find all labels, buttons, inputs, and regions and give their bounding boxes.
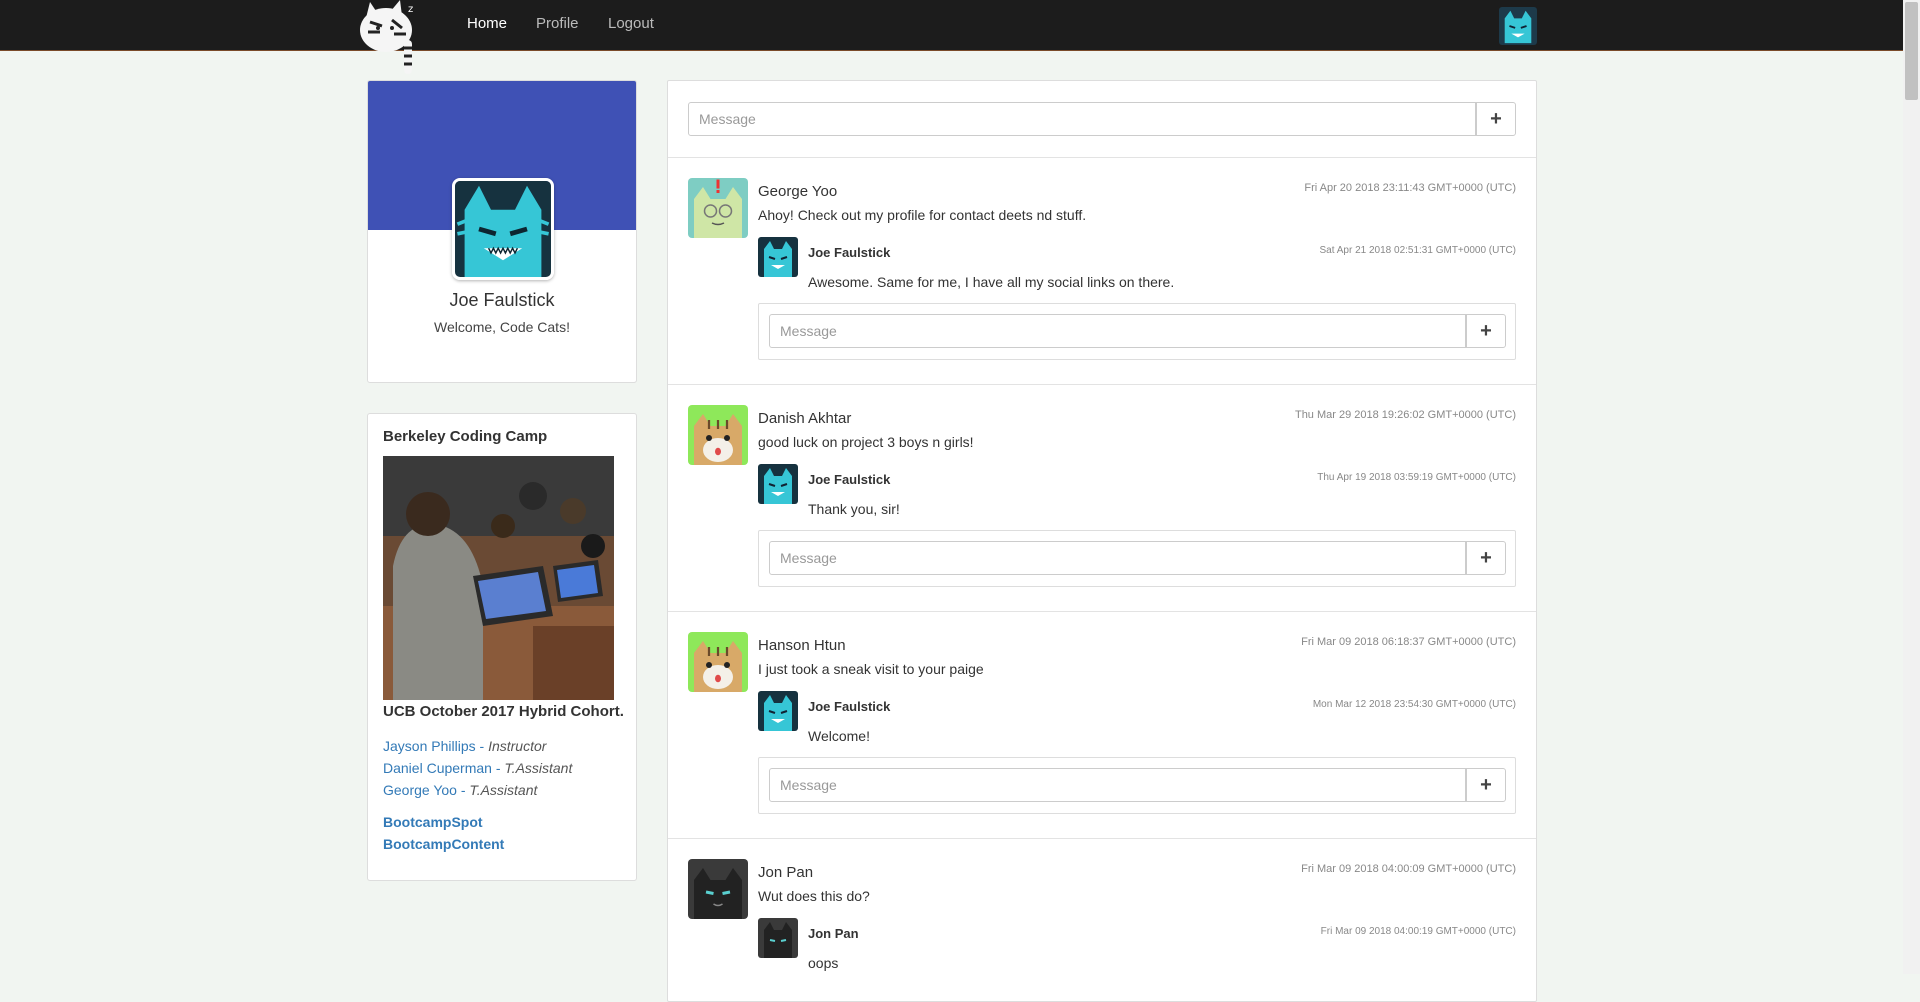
reply-input[interactable] [769,314,1466,348]
new-message-composer: + [688,102,1516,136]
post-timestamp: Fri Apr 20 2018 23:11:43 GMT+0000 (UTC) [1304,182,1516,194]
staff-row[interactable]: George Yoo - T.Assistant [383,779,572,801]
post-text: Ahoy! Check out my profile for contact d… [758,207,1087,223]
scrollbar-thumb[interactable] [1905,2,1918,100]
divider [668,611,1536,612]
reply-avatar [758,691,798,731]
reply-composer: + [758,303,1516,360]
page-scrollbar[interactable] [1903,0,1920,974]
post: George Yoo Fri Apr 20 2018 23:11:43 GMT+… [668,178,1536,361]
reply-submit-button[interactable]: + [1466,314,1506,348]
author-avatar [688,859,748,919]
reply-author: Joe Faulstick [808,699,891,714]
reply-input[interactable] [769,768,1466,802]
profile-welcome-text: Welcome, Code Cats! [434,319,570,335]
reply-composer: + [758,757,1516,814]
reply-timestamp: Thu Apr 19 2018 03:59:19 GMT+0000 (UTC) [1317,472,1516,483]
staff-list: Jayson Phillips - Instructor Daniel Cupe… [383,735,572,801]
reply-avatar [758,464,798,504]
bootcampspot-link[interactable]: BootcampSpot [383,811,504,833]
reply-input[interactable] [769,541,1466,575]
reply-timestamp: Mon Mar 12 2018 23:54:30 GMT+0000 (UTC) [1312,699,1516,710]
message-feed: + George Yoo Fri Apr 20 2018 23:11:43 GM… [667,80,1537,1002]
staff-role: T.Assistant [469,782,538,798]
reply-timestamp: Fri Mar 09 2018 04:00:19 GMT+0000 (UTC) [1320,926,1516,937]
message-input[interactable] [688,102,1476,136]
nav-logout[interactable]: Logout [608,15,654,32]
post-author: Hanson Htun [758,637,846,654]
staff-row[interactable]: Daniel Cuperman - T.Assistant [383,757,572,779]
post-text: Wut does this do? [758,888,870,904]
profile-card: Joe Faulstick Welcome, Code Cats! [367,80,637,383]
reply-text: Thank you, sir! [808,501,900,517]
post: Hanson Htun Fri Mar 09 2018 06:18:37 GMT… [668,632,1536,815]
reply-timestamp: Sat Apr 21 2018 02:51:31 GMT+0000 (UTC) [1319,245,1517,256]
post-text: good luck on project 3 boys n girls! [758,434,974,450]
cohort-card: Berkeley Coding Camp UCB October 2017 Hy… [367,413,637,881]
reply-submit-button[interactable]: + [1466,768,1506,802]
post-timestamp: Fri Mar 09 2018 04:00:09 GMT+0000 (UTC) [1301,863,1516,875]
post-author: Danish Akhtar [758,410,852,427]
post-timestamp: Fri Mar 09 2018 06:18:37 GMT+0000 (UTC) [1301,636,1516,648]
reply-author: Joe Faulstick [808,472,891,487]
reply-avatar [758,237,798,277]
staff-name: George Yoo [383,782,457,798]
reply-text: Awesome. Same for me, I have all my soci… [808,274,1175,290]
staff-name: Jayson Phillips [383,738,476,754]
profile-avatar [452,178,554,280]
divider [668,838,1536,839]
profile-name: Joe Faulstick [449,290,555,310]
reply-text: oops [808,955,839,971]
post-text: I just took a sneak visit to your paige [758,661,984,677]
divider [668,384,1536,385]
post: Jon Pan Fri Mar 09 2018 04:00:09 GMT+000… [668,859,1536,999]
resource-links: BootcampSpot BootcampContent [383,811,504,855]
staff-role: T.Assistant [504,760,573,776]
staff-name: Daniel Cuperman [383,760,492,776]
svg-text:z: z [408,4,413,15]
cohort-title: Berkeley Coding Camp [383,428,548,445]
reply-composer: + [758,530,1516,587]
reply-submit-button[interactable]: + [1466,541,1506,575]
post-author: George Yoo [758,183,838,200]
author-avatar [688,632,748,692]
cohort-caption: UCB October 2017 Hybrid Cohort. [383,703,624,720]
reply-avatar [758,918,798,958]
cat-logo-icon[interactable]: z [356,0,436,80]
reply-author: Joe Faulstick [808,245,891,260]
nav-profile[interactable]: Profile [536,15,579,32]
staff-role: Instructor [488,738,547,754]
nav-home[interactable]: Home [467,15,507,32]
author-avatar [688,178,748,238]
cat-avatar-icon[interactable] [1499,7,1537,45]
reply-text: Welcome! [808,728,870,744]
classroom-photo [383,456,614,700]
author-avatar [688,405,748,465]
bootcampcontent-link[interactable]: BootcampContent [383,833,504,855]
divider [668,157,1536,158]
reply-author: Jon Pan [808,926,859,941]
post-message-button[interactable]: + [1476,102,1516,136]
post-timestamp: Thu Mar 29 2018 19:26:02 GMT+0000 (UTC) [1294,409,1516,421]
staff-row[interactable]: Jayson Phillips - Instructor [383,735,572,757]
navbar: z Home Profile Logout [0,0,1920,74]
post-author: Jon Pan [758,864,814,881]
post: Danish Akhtar Thu Mar 29 2018 19:26:02 G… [668,405,1536,588]
